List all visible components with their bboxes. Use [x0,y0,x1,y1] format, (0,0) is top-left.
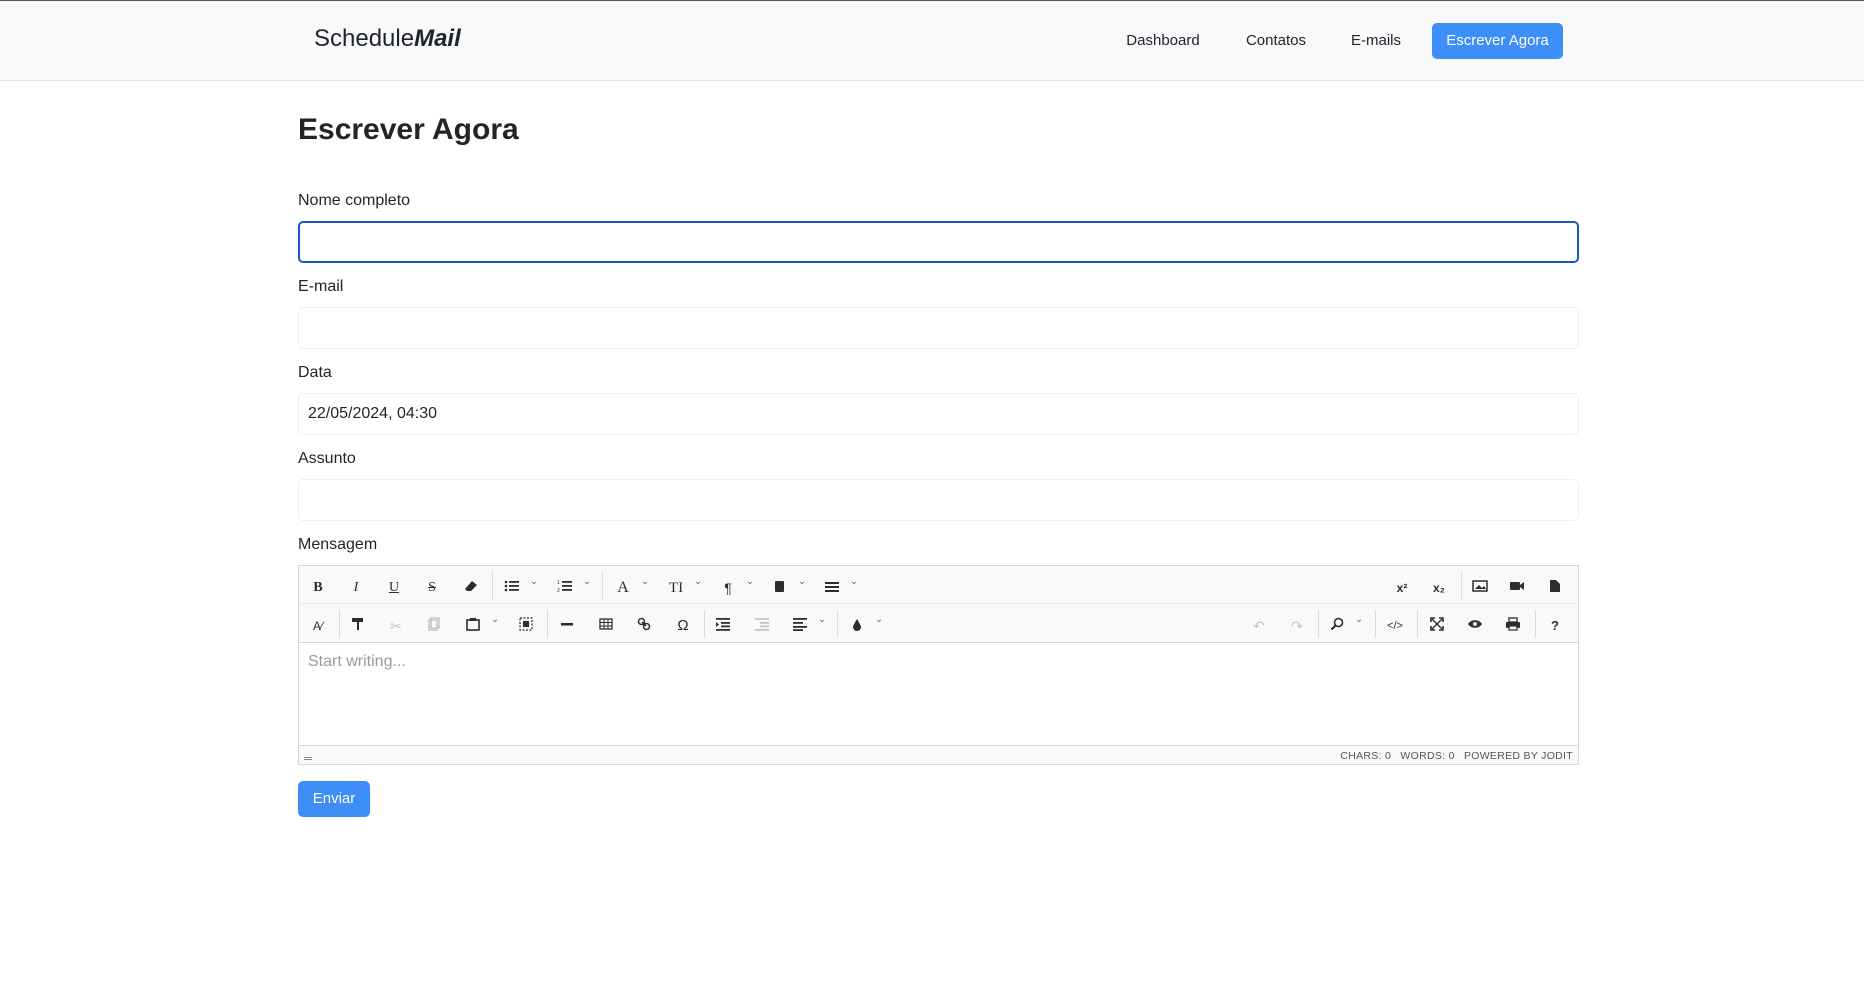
chevron-down-icon[interactable]: ⌄ [582,576,592,586]
chevron-down-icon[interactable]: ⌄ [490,614,500,624]
undo-icon[interactable]: ↶ [1248,616,1270,636]
toolbar-separator [1461,572,1462,600]
cut-icon[interactable]: ✂ [385,616,407,636]
nome-label: Nome completo [298,192,411,209]
align-icon[interactable] [789,616,811,636]
toolbar-separator [492,572,493,600]
source-icon[interactable]: </> [1384,616,1406,636]
nome-input[interactable] [298,221,1579,263]
toolbar-separator [1535,610,1536,638]
rich-text-editor: B I U S ⌄ 12 ⌄ A ⌄ TI ⌄ ¶ ⌄ ⌄ ⌄ x² x₂ A⁄… [298,565,1579,765]
nav-dashboard[interactable]: Dashboard [1116,23,1210,59]
italic-icon[interactable]: I [345,578,367,598]
redo-icon[interactable]: ↷ [1286,616,1308,636]
superscript-icon[interactable]: x² [1391,578,1413,598]
unordered-list-icon[interactable] [501,578,523,598]
chevron-down-icon[interactable]: ⌄ [874,614,884,624]
font-icon[interactable]: A [612,578,634,598]
subscript-icon[interactable]: x₂ [1428,578,1450,598]
video-icon[interactable] [1506,578,1528,598]
horizontal-rule-icon[interactable] [556,616,578,636]
chevron-down-icon[interactable]: ⌄ [817,614,827,624]
bold-icon[interactable]: B [307,578,329,598]
chevron-down-icon[interactable]: ⌄ [745,576,755,586]
copy-format-icon[interactable] [347,616,369,636]
underline-icon[interactable]: U [383,578,405,598]
paste-icon[interactable] [462,616,484,636]
editor-placeholder[interactable]: Start writing... [308,653,406,671]
strikethrough-icon[interactable]: S [421,578,443,598]
toolbar-separator [837,610,838,638]
symbol-icon[interactable]: Ω [672,616,694,636]
brand-suffix: Mail [414,25,461,52]
toolbar-separator [704,610,705,638]
editor-toolbar-row-2: A⁄ ✂ ⌄ Ω ⌄ ⌄ ↶ ↷ ⌄ </> ? [299,604,1578,643]
nav-contatos[interactable]: Contatos [1236,23,1316,59]
mensagem-label: Mensagem [298,536,378,553]
fullscreen-icon[interactable] [1426,616,1448,636]
image-icon[interactable] [1469,578,1491,598]
ordered-list-icon[interactable]: 12 [554,578,576,598]
chevron-down-icon[interactable]: ⌄ [693,576,703,586]
spellcheck-icon[interactable]: A⁄ [307,616,329,636]
svg-text:2: 2 [557,588,560,593]
classes-icon[interactable] [769,578,791,598]
editor-statusbar: CHARS: 0 WORDS: 0 POWERED BY JODIT [299,745,1578,764]
chars-count: CHARS: 0 [1340,750,1392,762]
chevron-down-icon[interactable]: ⌄ [849,576,859,586]
editor-toolbar-row-1: B I U S ⌄ 12 ⌄ A ⌄ TI ⌄ ¶ ⌄ ⌄ ⌄ x² x₂ [299,566,1578,604]
copy-icon[interactable] [423,616,445,636]
svg-text:1: 1 [557,580,560,586]
file-icon[interactable] [1544,578,1566,598]
help-icon[interactable]: ? [1544,616,1566,636]
brand-prefix: Schedule [314,25,415,52]
toolbar-separator [1375,610,1376,638]
send-button[interactable]: Enviar [298,781,370,817]
link-icon[interactable] [633,616,655,636]
toolbar-separator [339,610,340,638]
resize-handle-icon[interactable] [304,757,312,760]
toolbar-separator [1318,610,1319,638]
toolbar-separator [547,610,548,638]
table-icon[interactable] [595,616,617,636]
email-input[interactable] [298,307,1579,349]
line-height-icon[interactable] [821,578,843,598]
outdent-icon[interactable] [751,616,773,636]
data-label: Data [298,364,332,381]
select-all-icon[interactable] [515,616,537,636]
nav-escrever-agora[interactable]: Escrever Agora [1432,23,1563,59]
eraser-icon[interactable] [460,578,482,598]
words-count: WORDS: 0 [1400,750,1455,762]
powered-by-link[interactable]: POWERED BY JODIT [1464,750,1573,762]
brush-icon[interactable] [846,616,868,636]
indent-icon[interactable] [712,616,734,636]
preview-icon[interactable] [1464,616,1486,636]
data-input[interactable] [298,393,1579,435]
chevron-down-icon[interactable]: ⌄ [1354,614,1364,624]
brand-logo[interactable]: ScheduleMail [314,25,461,53]
font-size-icon[interactable]: TI [665,578,687,598]
chevron-down-icon[interactable]: ⌄ [797,576,807,586]
assunto-input[interactable] [298,479,1579,521]
toolbar-separator [602,572,603,600]
chevron-down-icon[interactable]: ⌄ [640,576,650,586]
assunto-label: Assunto [298,450,356,467]
paragraph-icon[interactable]: ¶ [717,578,739,598]
chevron-down-icon[interactable]: ⌄ [529,576,539,586]
navbar: ScheduleMail Dashboard Contatos E-mails … [0,0,1864,81]
print-icon[interactable] [1502,616,1524,636]
email-label: E-mail [298,278,344,295]
find-icon[interactable] [1326,616,1348,636]
page-title: Escrever Agora [298,113,519,146]
nav-emails[interactable]: E-mails [1343,23,1409,59]
toolbar-separator [1417,610,1418,638]
